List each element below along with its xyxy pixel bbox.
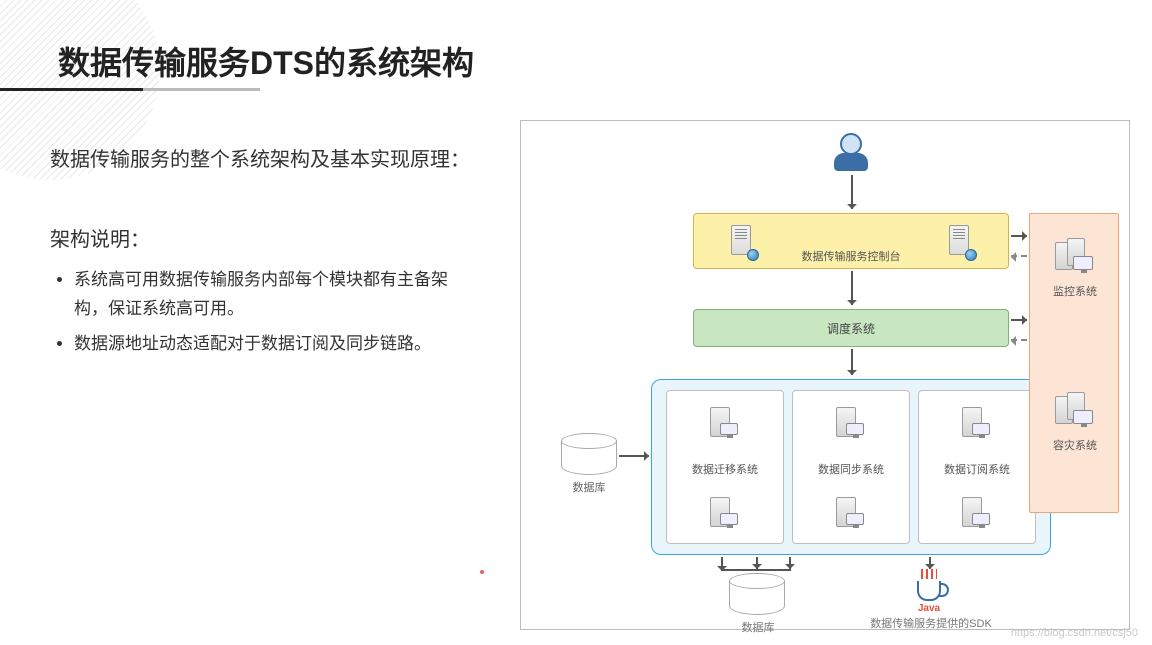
server-icon [710,497,740,531]
main-systems-group: 数据迁移系统 数据同步系统 数据订阅系统 [651,379,1051,555]
arrow-right-icon [1011,235,1027,237]
bullet-item: 系统高可用数据传输服务内部每个模块都有主备架构，保证系统高可用。 [74,266,470,324]
arrow-dashed-left-icon [1011,339,1027,341]
user-icon [831,133,871,171]
control-panel-box: 数据传输服务控制台 [693,213,1009,269]
server-icon [836,497,866,531]
arrow-right-icon [1011,319,1027,321]
page-title: 数据传输服务DTS的系统架构 [58,38,474,84]
title-underline [0,88,260,91]
arrow-right-icon [619,455,649,457]
server-icon [962,497,992,531]
db-left: 数据库 [561,433,617,483]
monitor-system-group: 监控系统 [1036,238,1114,299]
server-icon [962,407,992,441]
db-bottom [729,573,785,623]
scheduler-label: 调度系统 [827,320,875,337]
subscribe-system-box: 数据订阅系统 [918,390,1036,544]
dr-system-group: 容灾系统 [1036,392,1114,453]
monitor-label: 监控系统 [1036,283,1114,299]
laser-pointer-dot [480,570,484,574]
migration-system-box: 数据迁移系统 [666,390,784,544]
control-panel-label: 数据传输服务控制台 [694,248,1008,264]
arrow-down-icon [789,557,791,569]
system-label: 数据同步系统 [818,461,884,477]
sdk-label: 数据传输服务提供的SDK [861,615,1001,631]
system-label: 数据迁移系统 [692,461,758,477]
java-label: Java [909,603,949,614]
scheduler-box: 调度系统 [693,309,1009,347]
server-pair-icon [1055,392,1095,430]
bullet-item: 数据源地址动态适配对于数据订阅及同步链路。 [74,330,470,359]
architecture-diagram: 数据传输服务控制台 调度系统 数据迁移系统 数据同步系统 数据订阅系统 数据库 [520,120,1130,630]
left-text-column: 数据传输服务的整个系统架构及基本实现原理： 架构说明： 系统高可用数据传输服务内… [50,140,470,365]
server-icon [710,407,740,441]
db-left-label: 数据库 [561,479,617,495]
system-label: 数据订阅系统 [944,461,1010,477]
db-bottom-label: 数据库 [713,619,803,635]
right-side-panel: 监控系统 容灾系统 [1029,213,1119,513]
arrow-dashed-left-icon [1011,255,1027,257]
arrow-down-icon [851,271,853,305]
bullet-list: 系统高可用数据传输服务内部每个模块都有主备架构，保证系统高可用。 数据源地址动态… [74,266,470,359]
sync-system-box: 数据同步系统 [792,390,910,544]
intro-text: 数据传输服务的整个系统架构及基本实现原理： [50,140,470,180]
arrow-down-icon [756,557,758,569]
java-icon: Java [909,569,949,614]
arrow-down-icon [851,349,853,375]
server-pair-icon [1055,238,1095,276]
sub-heading: 架构说明： [50,220,470,260]
dr-label: 容灾系统 [1036,437,1114,453]
watermark-text: https://blog.csdn.net/csj50 [1011,627,1138,639]
arrow-down-icon [851,175,853,209]
arrow-down-icon [929,557,931,569]
server-icon [836,407,866,441]
